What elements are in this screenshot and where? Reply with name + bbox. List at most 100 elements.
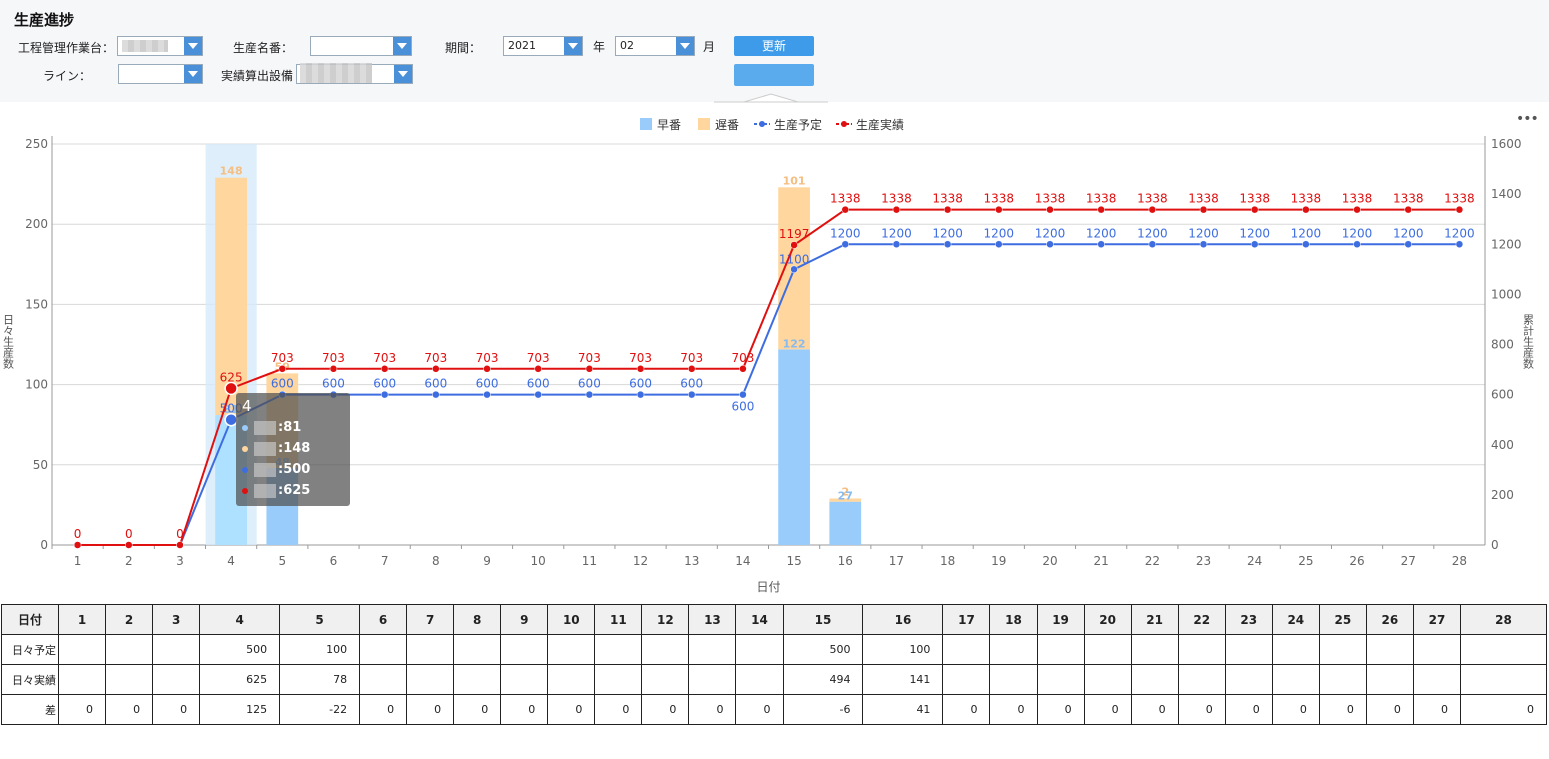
table-cell: 0 bbox=[688, 694, 737, 725]
month-select[interactable]: 02 bbox=[615, 36, 695, 56]
table-cell: 141 bbox=[862, 664, 944, 695]
y-axis-title-left: 日々生産数 bbox=[2, 314, 15, 370]
point-planned bbox=[1353, 240, 1361, 248]
legend-label: 生産予定 bbox=[774, 117, 822, 132]
point-planned bbox=[585, 390, 594, 399]
chevron-down-icon[interactable] bbox=[184, 65, 202, 83]
x-tick-label: 20 bbox=[1042, 554, 1057, 568]
point-actual bbox=[1302, 205, 1310, 214]
point-label-planned: 1200 bbox=[830, 226, 861, 240]
table-header-cell: 21 bbox=[1130, 604, 1179, 635]
table-row: 日々予定 500 100 500 100 bbox=[1, 634, 1547, 665]
line-label: ライン： bbox=[43, 69, 92, 83]
line-select[interactable] bbox=[118, 64, 203, 84]
point-planned bbox=[1455, 240, 1464, 248]
point-planned bbox=[1148, 240, 1157, 248]
table-cell bbox=[1224, 664, 1273, 695]
table-header-cell: 28 bbox=[1460, 604, 1547, 635]
table-cell: 0 bbox=[1271, 694, 1320, 725]
chevron-down-icon[interactable] bbox=[393, 37, 411, 55]
point-label-planned: 1200 bbox=[1342, 226, 1373, 240]
secondary-button[interactable] bbox=[734, 64, 814, 86]
y-tick-label-left: 0 bbox=[40, 538, 48, 552]
table-cell bbox=[406, 634, 455, 665]
chevron-down-icon[interactable] bbox=[394, 65, 412, 83]
x-tick-label: 9 bbox=[483, 554, 491, 568]
tooltip-dot bbox=[242, 424, 248, 431]
chart-tooltip: 4 :81:148:500:625 bbox=[236, 393, 350, 506]
y-tick-label-right: 1200 bbox=[1491, 237, 1522, 251]
point-label-planned: 600 bbox=[373, 377, 396, 391]
y-tick-label-right: 1000 bbox=[1491, 287, 1522, 301]
point-label-planned: 1200 bbox=[932, 226, 963, 240]
point-label-planned: 600 bbox=[629, 377, 652, 391]
table-header-cell: 26 bbox=[1365, 604, 1414, 635]
point-label-actual: 703 bbox=[680, 351, 703, 365]
bar-label-early: 27 bbox=[838, 490, 853, 503]
production-progress-chart: 0501001502002500200400600800100012001400… bbox=[2, 117, 1535, 594]
update-button[interactable]: 更新 bbox=[734, 36, 814, 56]
month-value: 02 bbox=[620, 39, 634, 52]
point-label-actual: 1338 bbox=[881, 192, 912, 206]
year-unit-label: 年 bbox=[593, 40, 606, 54]
table-header-cell: 27 bbox=[1412, 604, 1462, 635]
table-cell bbox=[1083, 664, 1132, 695]
table-header-cell: 14 bbox=[735, 604, 784, 635]
table-cell: 625 bbox=[199, 664, 281, 695]
point-actual bbox=[380, 365, 389, 373]
product-name-label: 生産名番： bbox=[233, 41, 294, 55]
table-cell bbox=[641, 664, 690, 695]
table-cell: 0 bbox=[105, 694, 154, 725]
chevron-down-icon[interactable] bbox=[564, 37, 582, 55]
y-tick-label-left: 100 bbox=[25, 378, 48, 392]
point-label-planned: 600 bbox=[271, 377, 294, 391]
process-station-label: 工程管理作業台： bbox=[18, 41, 115, 55]
table-header-cell: 22 bbox=[1177, 604, 1226, 635]
legend-label: 生産実績 bbox=[856, 117, 904, 132]
equipment-label: 実績算出設備 bbox=[221, 69, 294, 83]
table-cell bbox=[1177, 664, 1226, 695]
point-planned bbox=[1199, 240, 1208, 248]
x-tick-label: 11 bbox=[582, 554, 597, 568]
point-planned bbox=[687, 390, 696, 399]
table-cell bbox=[1460, 634, 1547, 665]
table-cell bbox=[1318, 664, 1367, 695]
tooltip-row: :81 bbox=[242, 417, 344, 438]
tooltip-row: :148 bbox=[242, 438, 344, 459]
y-tick-label-left: 50 bbox=[33, 458, 48, 472]
table-cell bbox=[688, 634, 737, 665]
tooltip-dot bbox=[242, 487, 248, 494]
chevron-down-icon[interactable] bbox=[184, 37, 202, 55]
legend-swatch bbox=[698, 118, 710, 130]
point-actual bbox=[1046, 205, 1054, 214]
table-cell bbox=[57, 634, 107, 665]
table-cell: 0 bbox=[641, 694, 690, 725]
table-cell bbox=[1412, 664, 1462, 695]
point-label-actual: 703 bbox=[373, 351, 396, 365]
table-cell bbox=[152, 634, 201, 665]
table-header-label: 日付 bbox=[1, 604, 59, 635]
table-cell bbox=[359, 664, 408, 695]
table-header-cell: 10 bbox=[547, 604, 596, 635]
point-actual bbox=[687, 365, 696, 373]
y-tick-label-right: 400 bbox=[1491, 438, 1514, 452]
y-tick-label-right: 0 bbox=[1491, 538, 1499, 552]
point-actual bbox=[943, 205, 952, 214]
point-actual bbox=[432, 365, 440, 373]
table-cell bbox=[1130, 634, 1179, 665]
y-axis-title-right: 累計生産数 bbox=[1522, 314, 1535, 370]
point-actual bbox=[534, 365, 542, 373]
table-cell: 494 bbox=[782, 664, 864, 695]
collapse-toggle-icon[interactable] bbox=[714, 93, 828, 103]
y-tick-label-right: 800 bbox=[1491, 338, 1514, 352]
year-select[interactable]: 2021 bbox=[503, 36, 583, 56]
chevron-down-icon[interactable] bbox=[676, 37, 694, 55]
table-cell bbox=[1271, 634, 1320, 665]
point-label-planned: 1200 bbox=[1137, 226, 1168, 240]
table-cell bbox=[1365, 664, 1414, 695]
product-name-select[interactable] bbox=[310, 36, 412, 56]
x-tick-label: 2 bbox=[125, 554, 133, 568]
point-label-planned: 600 bbox=[731, 400, 754, 414]
more-options-icon[interactable]: ••• bbox=[1516, 111, 1539, 127]
table-header-cell: 12 bbox=[641, 604, 690, 635]
